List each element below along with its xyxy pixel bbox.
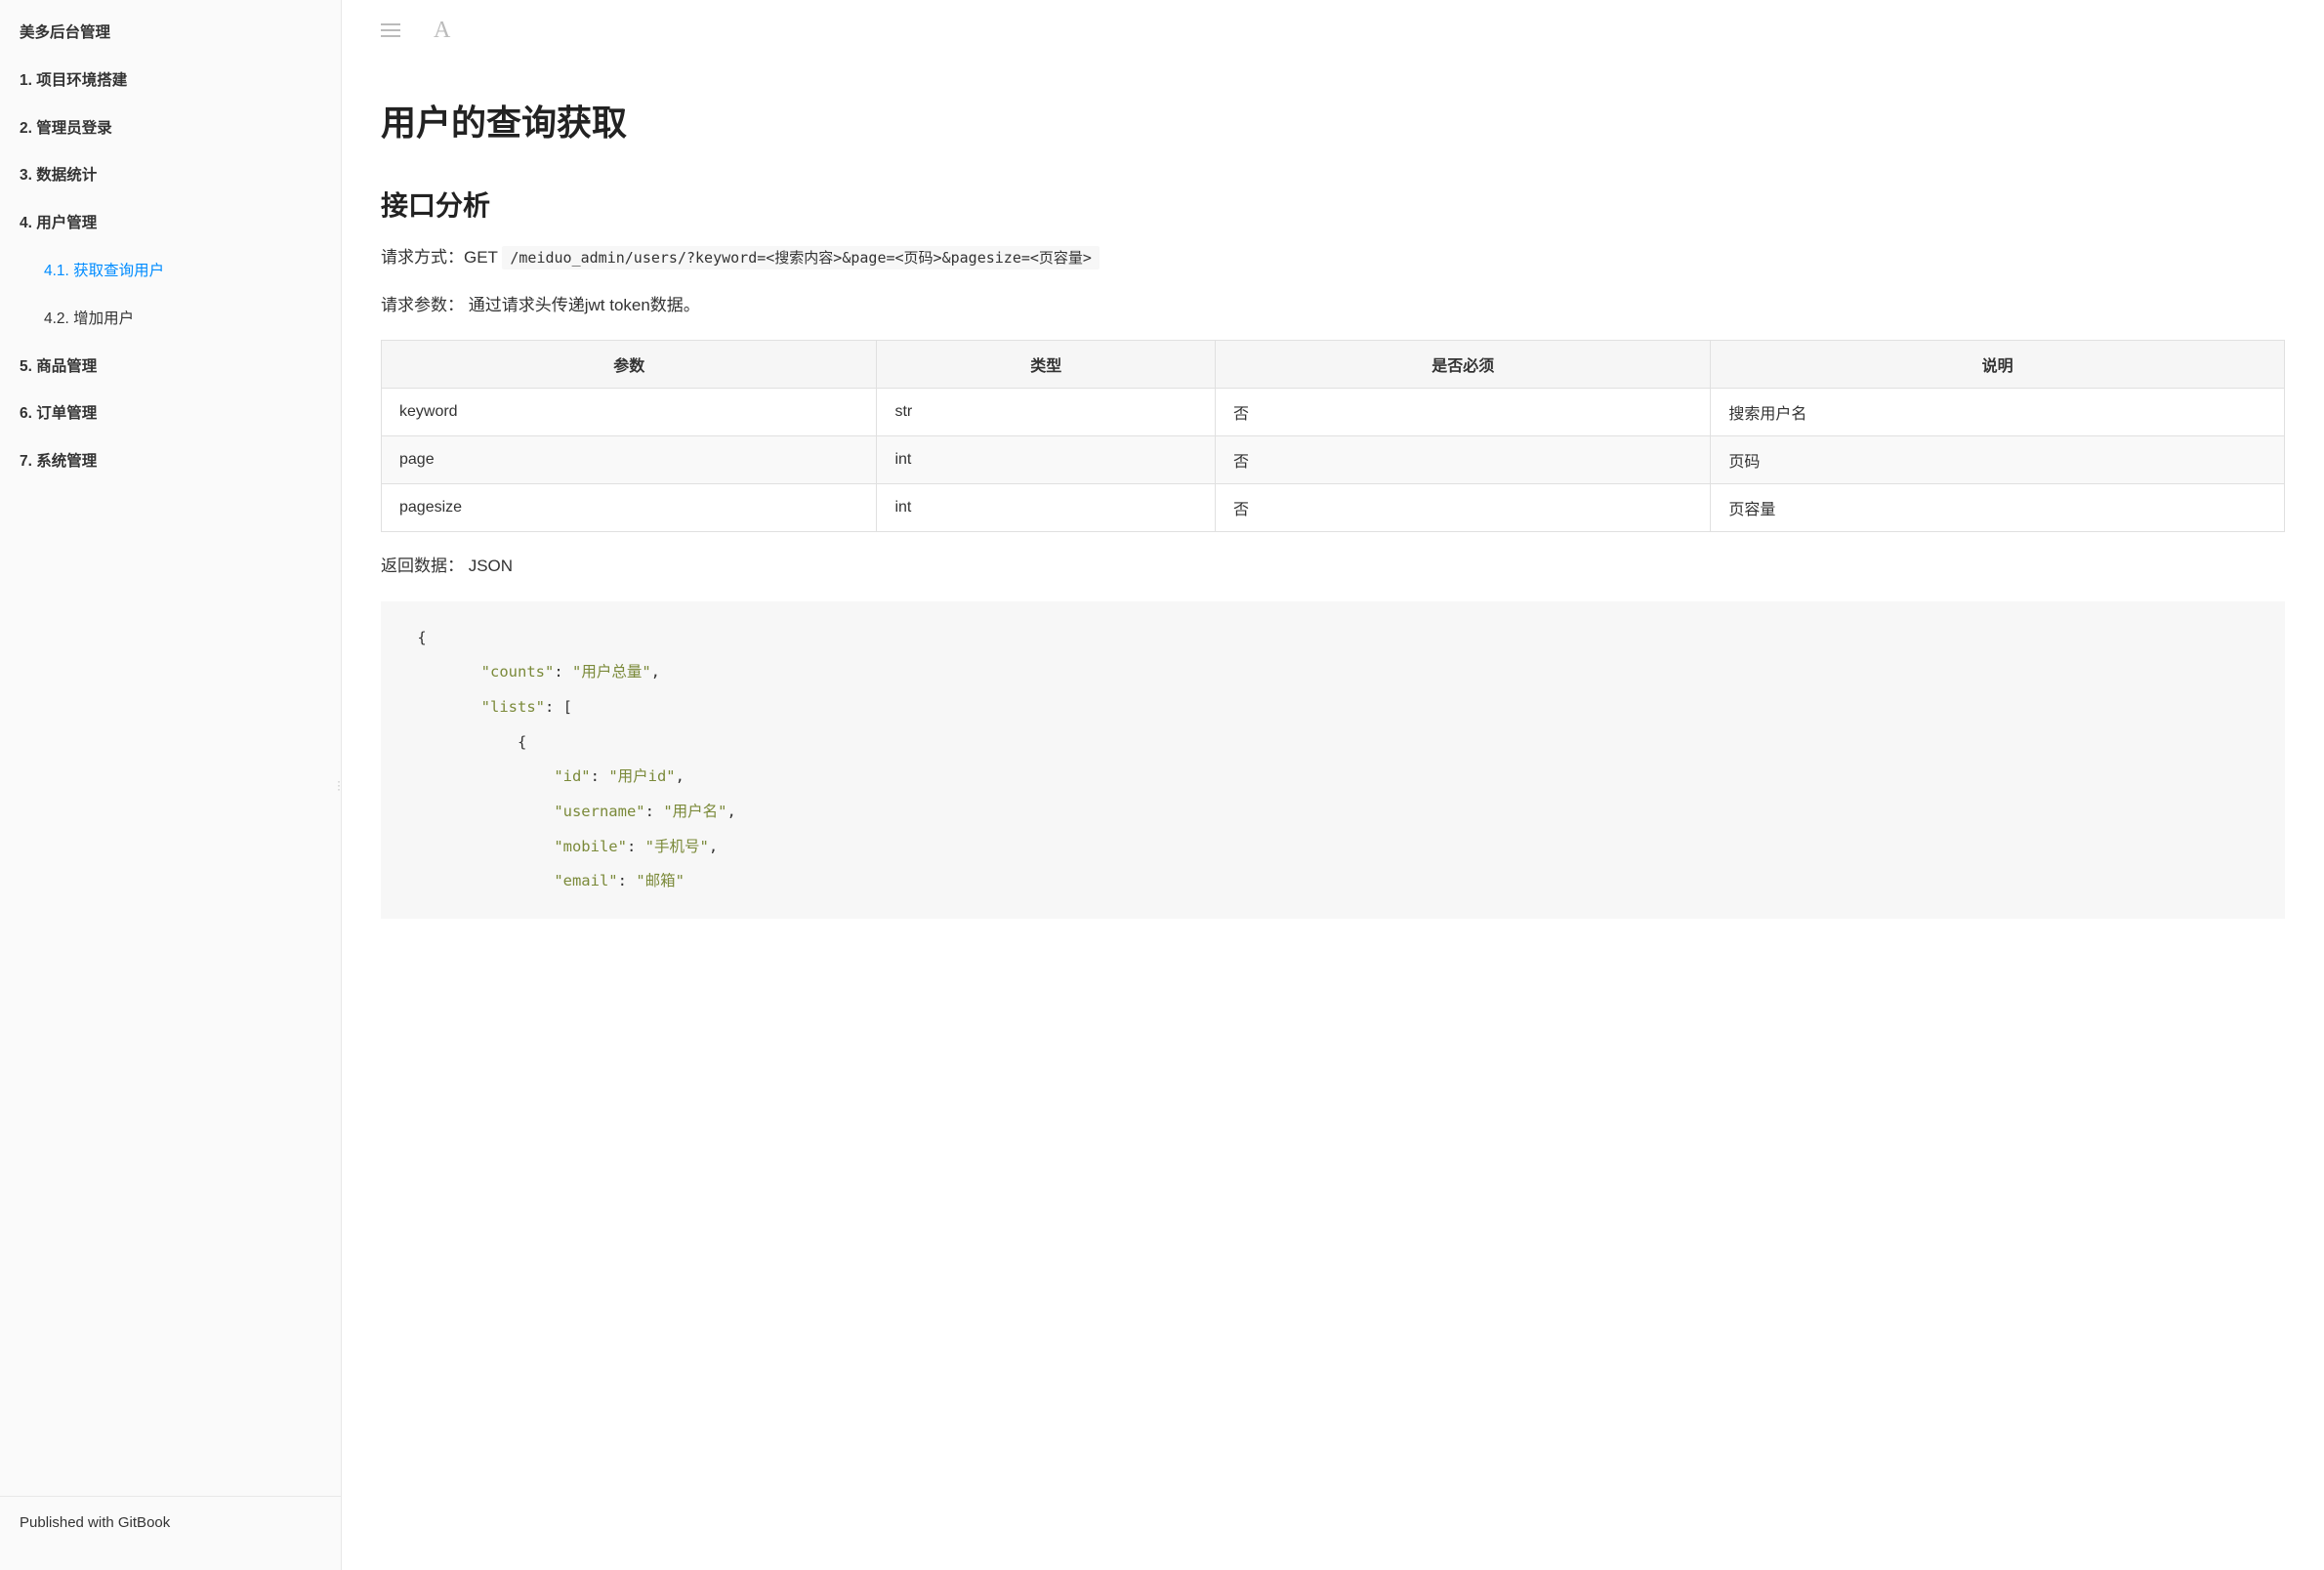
section-interface-analysis: 接口分析 xyxy=(381,185,2285,224)
sidebar-resize-handle[interactable]: ······ xyxy=(337,779,342,791)
cell-desc: 页码 xyxy=(1711,436,2285,484)
request-url-code: /meiduo_admin/users/?keyword=<搜索内容>&page… xyxy=(502,246,1100,269)
th-required: 是否必须 xyxy=(1216,341,1711,389)
request-method-line: 请求方式：GET /meiduo_admin/users/?keyword=<搜… xyxy=(381,243,2285,273)
cell-desc: 搜索用户名 xyxy=(1711,389,2285,436)
cell-type: str xyxy=(877,389,1216,436)
sidebar-item-order-mgmt[interactable]: 6. 订单管理 xyxy=(0,391,341,438)
table-header-row: 参数 类型 是否必须 说明 xyxy=(382,341,2285,389)
cell-desc: 页容量 xyxy=(1711,484,2285,532)
sidebar-item-add-user[interactable]: 4.2. 增加用户 xyxy=(0,296,341,344)
cell-type: int xyxy=(877,484,1216,532)
request-method-label: 请求方式：GET xyxy=(381,248,502,267)
sidebar-item-user-mgmt[interactable]: 4. 用户管理 xyxy=(0,200,341,248)
gitbook-link[interactable]: Published with GitBook xyxy=(0,1496,341,1570)
cell-required: 否 xyxy=(1216,389,1711,436)
th-param: 参数 xyxy=(382,341,877,389)
sidebar: 美多后台管理 1. 项目环境搭建 2. 管理员登录 3. 数据统计 4. 用户管… xyxy=(0,0,342,1570)
th-desc: 说明 xyxy=(1711,341,2285,389)
sidebar-item-query-users[interactable]: 4.1. 获取查询用户 xyxy=(0,248,341,296)
page-title: 用户的查询获取 xyxy=(381,95,2285,145)
main-content: A 用户的查询获取 接口分析 请求方式：GET /meiduo_admin/us… xyxy=(342,0,2324,1570)
toolbar: A xyxy=(381,0,2285,56)
cell-param: keyword xyxy=(382,389,877,436)
sidebar-nav: 美多后台管理 1. 项目环境搭建 2. 管理员登录 3. 数据统计 4. 用户管… xyxy=(0,0,341,1496)
sidebar-item-project-setup[interactable]: 1. 项目环境搭建 xyxy=(0,58,341,105)
sidebar-item-data-stats[interactable]: 3. 数据统计 xyxy=(0,152,341,200)
font-icon[interactable]: A xyxy=(434,18,450,44)
cell-required: 否 xyxy=(1216,436,1711,484)
table-row: keyword str 否 搜索用户名 xyxy=(382,389,2285,436)
response-code-block: { "counts": "用户总量", "lists": [ { "id": "… xyxy=(381,601,2285,919)
th-type: 类型 xyxy=(877,341,1216,389)
table-row: page int 否 页码 xyxy=(382,436,2285,484)
sidebar-item-admin-login[interactable]: 2. 管理员登录 xyxy=(0,105,341,153)
cell-type: int xyxy=(877,436,1216,484)
params-table: 参数 类型 是否必须 说明 keyword str 否 搜索用户名 page i… xyxy=(381,340,2285,532)
request-params-label: 请求参数： 通过请求头传递jwt token数据。 xyxy=(381,291,2285,321)
menu-icon[interactable] xyxy=(381,19,400,44)
sidebar-item-system-mgmt[interactable]: 7. 系统管理 xyxy=(0,438,341,486)
table-row: pagesize int 否 页容量 xyxy=(382,484,2285,532)
response-label: 返回数据： JSON xyxy=(381,552,2285,582)
sidebar-title[interactable]: 美多后台管理 xyxy=(0,10,341,58)
sidebar-item-product-mgmt[interactable]: 5. 商品管理 xyxy=(0,344,341,392)
cell-param: pagesize xyxy=(382,484,877,532)
cell-required: 否 xyxy=(1216,484,1711,532)
cell-param: page xyxy=(382,436,877,484)
